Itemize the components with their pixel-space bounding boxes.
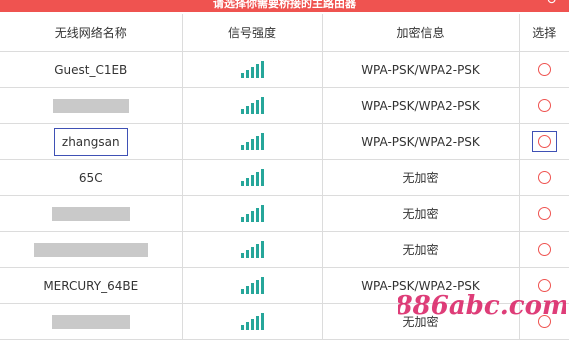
select-cell bbox=[519, 231, 569, 268]
ssid-label: zhangsan bbox=[53, 127, 128, 156]
signal-cell bbox=[182, 87, 323, 124]
signal-cell bbox=[182, 159, 323, 196]
column-header-select: 选择 bbox=[519, 14, 569, 52]
table-row[interactable]: 65C 无加密 bbox=[0, 159, 569, 196]
signal-strength-icon bbox=[240, 313, 264, 330]
column-header-ssid: 无线网络名称 bbox=[0, 14, 183, 52]
watermark-logo: 886abc.com bbox=[398, 291, 566, 321]
table-row[interactable]: 无加密 bbox=[0, 195, 569, 232]
title-bar: 请选择你需要桥接的主路由器 ↻ bbox=[0, 0, 569, 12]
select-radio[interactable] bbox=[534, 167, 555, 188]
radio-circle-icon bbox=[537, 99, 551, 112]
radio-circle-icon bbox=[537, 63, 551, 76]
redacted-ssid bbox=[52, 98, 129, 113]
select-radio[interactable] bbox=[534, 95, 555, 116]
signal-strength-icon bbox=[240, 133, 264, 150]
security-cell: WPA-PSK/WPA2-PSK bbox=[322, 123, 520, 160]
security-cell: 无加密 bbox=[322, 231, 520, 268]
signal-strength-icon bbox=[240, 61, 264, 78]
select-radio[interactable] bbox=[534, 239, 555, 260]
table-row[interactable]: zhangsan WPA-PSK/WPA2-PSK bbox=[0, 123, 569, 160]
table-row[interactable]: 无加密 bbox=[0, 231, 569, 268]
radio-circle-icon bbox=[537, 171, 551, 184]
radio-circle-icon bbox=[537, 135, 551, 148]
column-header-security: 加密信息 bbox=[322, 14, 520, 52]
redacted-ssid bbox=[51, 206, 130, 221]
select-cell bbox=[519, 195, 569, 232]
security-cell: WPA-PSK/WPA2-PSK bbox=[322, 87, 520, 124]
security-cell: 无加密 bbox=[322, 159, 520, 196]
ssid-cell bbox=[0, 87, 183, 124]
redacted-ssid bbox=[33, 242, 148, 257]
signal-strength-icon bbox=[240, 277, 264, 294]
select-cell bbox=[519, 159, 569, 196]
radio-circle-icon bbox=[537, 207, 551, 220]
watermark-text: 886abc.com bbox=[398, 291, 566, 321]
signal-cell bbox=[182, 231, 323, 268]
signal-strength-icon bbox=[240, 169, 264, 186]
table-row[interactable]: WPA-PSK/WPA2-PSK bbox=[0, 87, 569, 124]
table-header-row: 无线网络名称 信号强度 加密信息 选择 bbox=[0, 14, 569, 52]
signal-cell bbox=[182, 51, 323, 88]
ssid-label: 65C bbox=[78, 170, 103, 185]
column-header-signal: 信号强度 bbox=[182, 14, 323, 52]
table-row[interactable]: Guest_C1EB WPA-PSK/WPA2-PSK bbox=[0, 51, 569, 88]
ssid-cell bbox=[0, 303, 183, 340]
select-radio[interactable] bbox=[531, 131, 557, 152]
ssid-label: MERCURY_64BE bbox=[43, 278, 139, 293]
radio-circle-icon bbox=[537, 243, 551, 256]
security-cell: WPA-PSK/WPA2-PSK bbox=[322, 51, 520, 88]
select-cell bbox=[519, 123, 569, 160]
select-radio[interactable] bbox=[534, 59, 555, 80]
ssid-cell bbox=[0, 231, 183, 268]
security-cell: 无加密 bbox=[322, 195, 520, 232]
signal-cell bbox=[182, 195, 323, 232]
ssid-cell: zhangsan bbox=[0, 123, 183, 160]
select-cell bbox=[519, 87, 569, 124]
ssid-label: Guest_C1EB bbox=[54, 62, 128, 77]
signal-cell bbox=[182, 123, 323, 160]
signal-strength-icon bbox=[240, 97, 264, 114]
signal-strength-icon bbox=[240, 241, 264, 258]
signal-cell bbox=[182, 303, 323, 340]
page-title: 请选择你需要桥接的主路由器 bbox=[213, 0, 356, 10]
ssid-cell: MERCURY_64BE bbox=[0, 267, 183, 304]
ssid-cell: Guest_C1EB bbox=[0, 51, 183, 88]
signal-cell bbox=[182, 267, 323, 304]
select-radio[interactable] bbox=[534, 203, 555, 224]
ssid-cell bbox=[0, 195, 183, 232]
refresh-icon[interactable]: ↻ bbox=[546, 0, 557, 8]
signal-strength-icon bbox=[240, 205, 264, 222]
select-cell bbox=[519, 51, 569, 88]
ssid-cell: 65C bbox=[0, 159, 183, 196]
